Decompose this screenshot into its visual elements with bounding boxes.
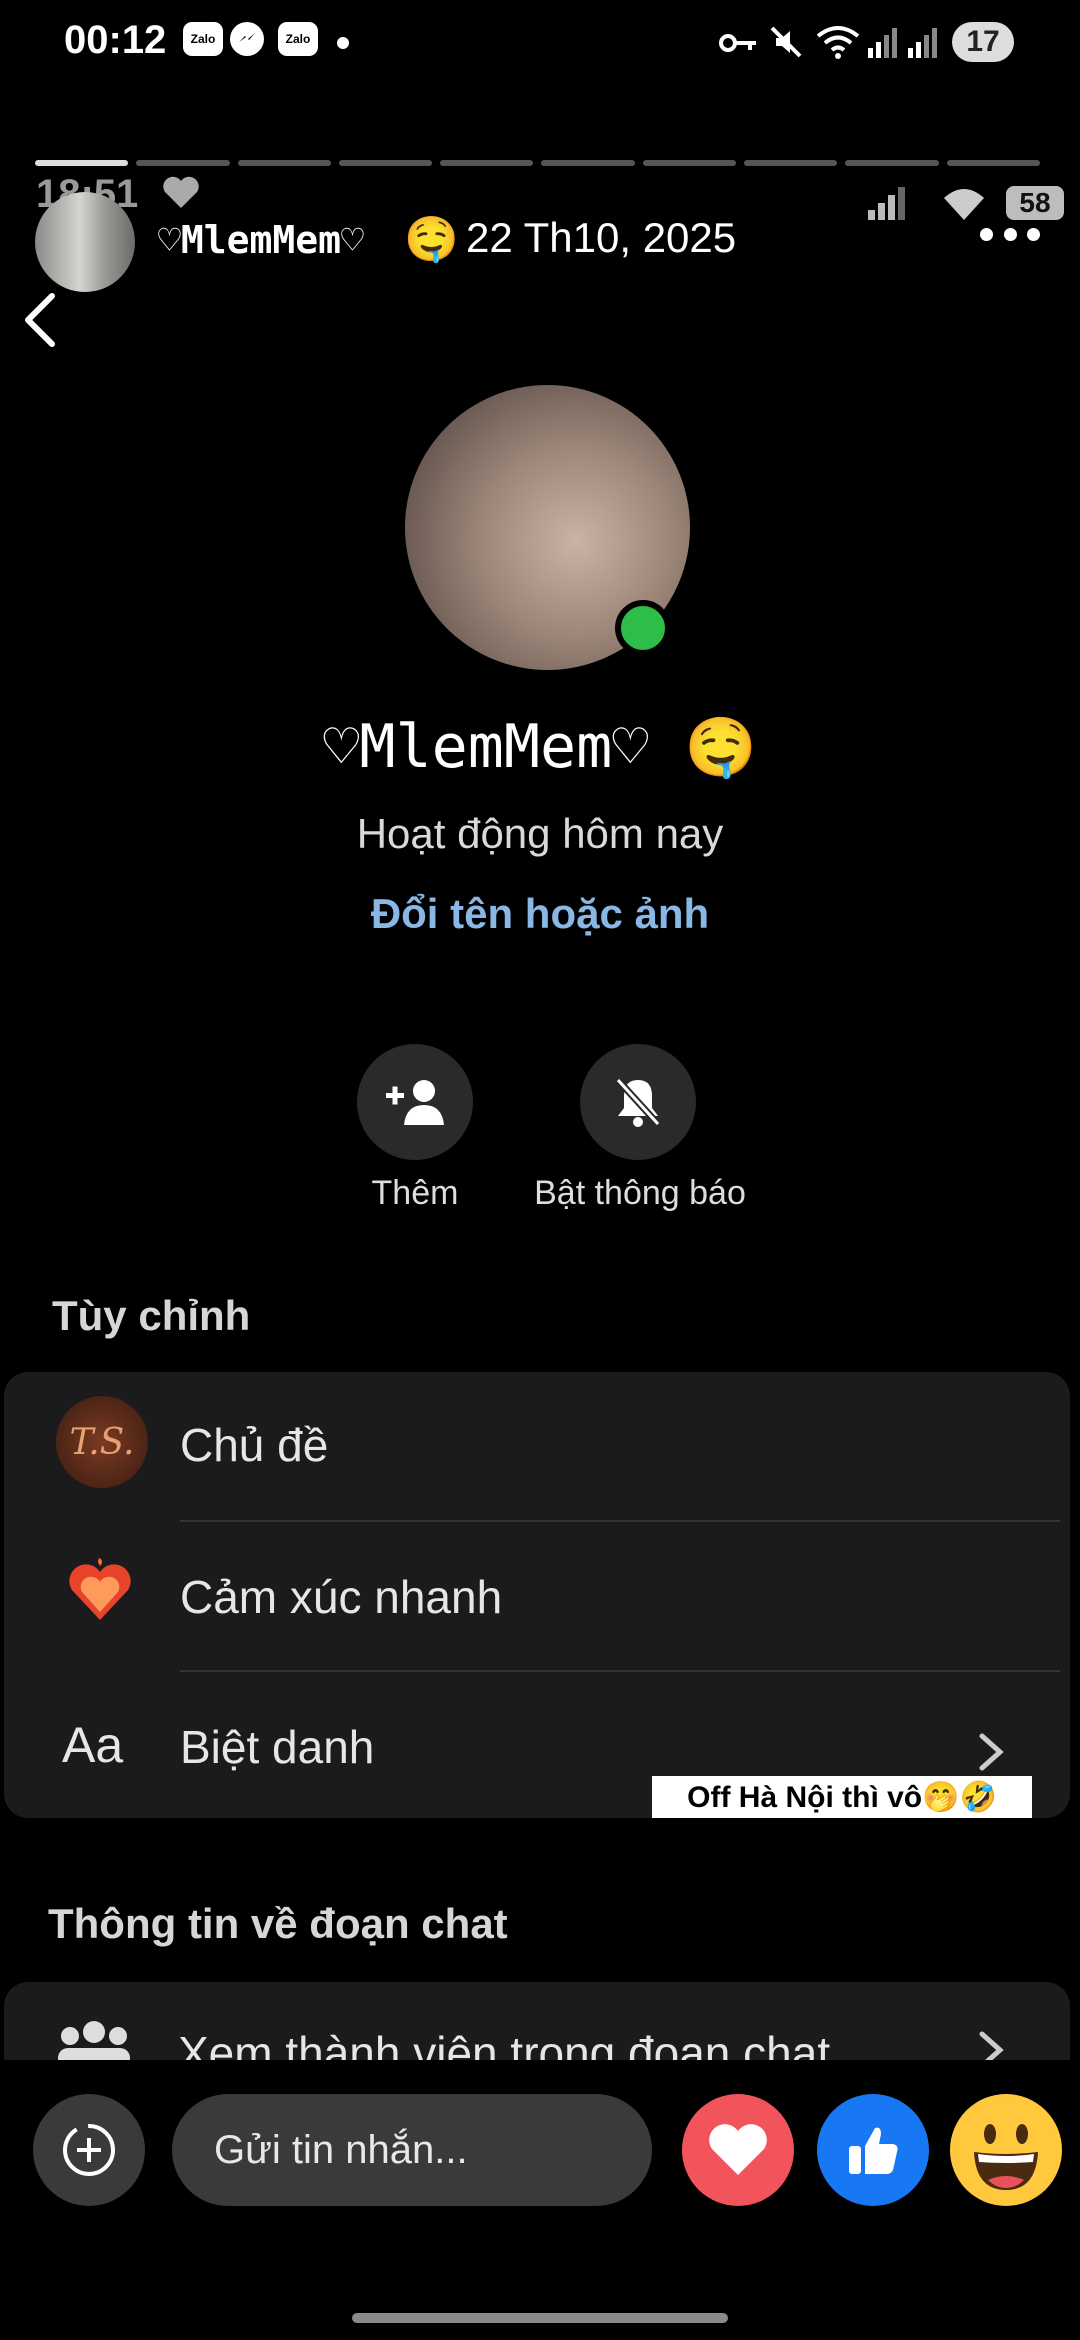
chevron-right-icon — [976, 2028, 1006, 2062]
story-avatar[interactable] — [35, 192, 135, 292]
recorded-battery: 58 — [1006, 186, 1064, 220]
progress-segment — [744, 160, 838, 166]
message-input[interactable] — [172, 2094, 652, 2206]
heart-outline-icon — [162, 176, 200, 215]
profile-name-text: ♡MlemMem♡ — [323, 712, 649, 782]
add-person-icon — [386, 1080, 444, 1125]
chat-info-section-title: Thông tin về đoạn chat — [48, 1900, 508, 1947]
notify-label: Bật thông báo — [534, 1174, 746, 1212]
activity-status: Hoạt động hôm nay — [356, 810, 724, 857]
progress-segment — [541, 160, 635, 166]
progress-segment — [338, 160, 433, 166]
add-media-button[interactable] — [33, 2094, 145, 2206]
heart-reaction-button[interactable] — [682, 2094, 794, 2206]
back-arrow-icon — [20, 290, 60, 355]
progress-segment — [845, 160, 939, 166]
progress-segment — [136, 160, 230, 166]
chevron-right-icon — [976, 1730, 1006, 1779]
heart-icon — [709, 2124, 767, 2175]
laugh-reaction-button[interactable] — [950, 2094, 1062, 2206]
customize-card — [4, 1372, 1070, 1818]
heart-fire-icon — [66, 1558, 134, 1629]
zalo-icon: Zalo — [183, 22, 223, 56]
notifications-button — [580, 1044, 696, 1160]
members-icon — [54, 2018, 134, 2062]
zalo-icon: Zalo — [278, 22, 318, 56]
notification-dot — [337, 37, 349, 49]
progress-segment — [946, 160, 1040, 166]
theme-label: Chủ đề — [180, 1419, 329, 1471]
vpn-key-icon — [718, 28, 758, 63]
rename-link: Đổi tên hoặc ảnh — [370, 890, 710, 937]
story-username[interactable]: ♡MlemMem♡ — [158, 218, 364, 262]
profile-name: ♡MlemMem♡ 🤤 — [0, 712, 1080, 782]
row-divider — [180, 1670, 1060, 1672]
progress-segment — [642, 160, 737, 166]
more-options-icon[interactable] — [980, 228, 1040, 244]
signal-icon — [868, 26, 898, 63]
add-label: Thêm — [371, 1174, 459, 1212]
wifi-icon — [816, 24, 860, 65]
recorded-signal-icon — [868, 186, 908, 225]
grinning-face-icon — [952, 2096, 1060, 2204]
chat-info-card: Xem thành viên trong đoạn chat — [4, 1982, 1070, 2062]
mute-icon — [768, 24, 804, 65]
online-status-dot — [615, 600, 671, 656]
story-caption: Off Hà Nội thì vô🤭🤣 — [652, 1776, 1032, 1818]
row-divider — [180, 1520, 1060, 1522]
nickname-label: Biệt danh — [180, 1721, 375, 1773]
status-time: 00:12 — [64, 18, 167, 62]
battery-indicator: 17 — [952, 22, 1014, 62]
theme-icon: T.S. — [56, 1396, 148, 1488]
customize-section-title: Tùy chỉnh — [52, 1292, 251, 1339]
profile-name-emoji: 🤤 — [684, 713, 757, 781]
story-username-emoji: 🤤 — [404, 215, 459, 264]
quick-reaction-label: Cảm xúc nhanh — [180, 1571, 503, 1623]
progress-segment — [440, 160, 534, 166]
add-person-button — [357, 1044, 473, 1160]
progress-segment — [237, 160, 331, 166]
home-indicator[interactable] — [352, 2313, 728, 2323]
like-reaction-button[interactable] — [817, 2094, 929, 2206]
members-label: Xem thành viên trong đoạn chat — [178, 2027, 831, 2062]
recorded-wifi-icon — [940, 184, 988, 227]
progress-segment — [35, 160, 129, 166]
messenger-icon — [230, 22, 264, 56]
story-progress — [35, 160, 1040, 166]
plus-circle-icon — [63, 2124, 115, 2176]
nickname-icon: Aa — [62, 1717, 124, 1773]
signal-icon-2 — [908, 26, 938, 63]
story-date: 22 Th10, 2025 — [466, 214, 737, 261]
bell-off-icon — [615, 1077, 661, 1127]
thumbs-up-icon — [849, 2127, 898, 2174]
